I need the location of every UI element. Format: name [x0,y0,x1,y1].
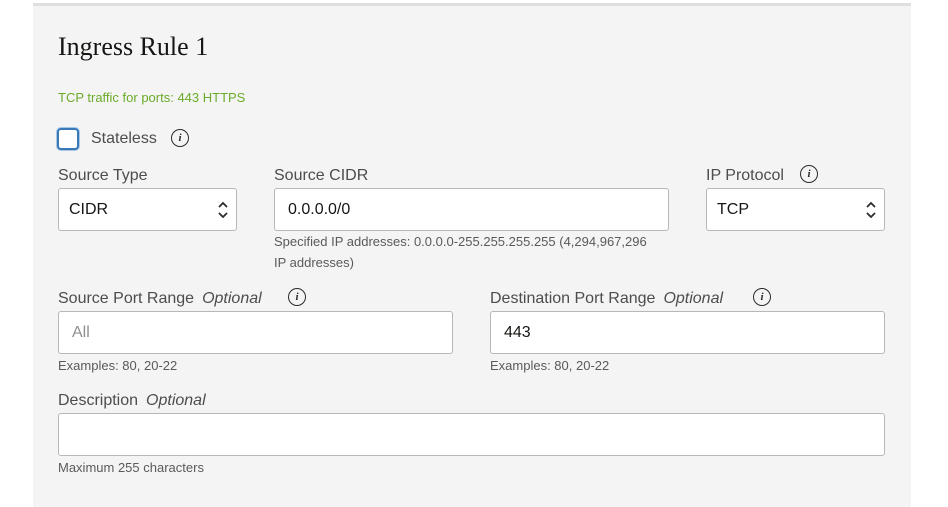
source-port-range-placeholder: All [72,324,90,341]
source-type-label: Source Type [58,167,148,184]
info-icon[interactable]: i [288,288,306,306]
info-icon[interactable]: i [171,129,189,147]
description-label-text: Description [58,392,139,409]
destination-port-range-help: Examples: 80, 20-22 [490,358,610,373]
description-label: Description Optional [58,392,206,410]
stateless-checkbox[interactable] [57,128,79,150]
source-cidr-input[interactable]: 0.0.0.0/0 [274,188,669,231]
source-type-select[interactable]: CIDR [58,188,237,231]
ip-protocol-label: IP Protocol [706,167,784,184]
chevron-up-down-icon [866,201,876,219]
rule-summary: TCP traffic for ports: 443 HTTPS [58,90,246,105]
source-type-value: CIDR [69,201,109,218]
source-port-range-input[interactable]: All [58,311,453,354]
description-input[interactable] [58,413,885,456]
destination-port-range-label: Destination Port Range Optional [490,290,723,308]
source-port-range-label-text: Source Port Range [58,290,195,307]
destination-port-range-input[interactable]: 443 [490,311,885,354]
source-port-range-label: Source Port Range Optional [58,290,262,308]
source-port-range-help: Examples: 80, 20-22 [58,358,178,373]
info-icon[interactable]: i [753,288,771,306]
optional-tag: Optional [663,290,724,307]
stateless-label: Stateless [91,130,157,147]
ingress-rule-panel: Ingress Rule 1 TCP traffic for ports: 44… [33,3,911,507]
source-cidr-help-line2: IP addresses) [274,255,354,270]
optional-tag: Optional [146,392,206,409]
destination-port-range-label-text: Destination Port Range [490,290,656,307]
optional-tag: Optional [202,290,262,307]
panel-divider [33,3,911,6]
ip-protocol-select[interactable]: TCP [706,188,885,231]
description-help: Maximum 255 characters [58,460,204,475]
destination-port-range-value: 443 [504,324,531,341]
source-cidr-help-line1: Specified IP addresses: 0.0.0.0-255.255.… [274,234,647,249]
ip-protocol-value: TCP [717,201,749,218]
info-icon[interactable]: i [800,165,818,183]
chevron-up-down-icon [218,201,228,219]
source-cidr-value: 0.0.0.0/0 [288,201,351,218]
source-cidr-label: Source CIDR [274,167,369,184]
source-cidr-help: Specified IP addresses: 0.0.0.0-255.255.… [274,231,647,273]
rule-title: Ingress Rule 1 [58,32,209,61]
